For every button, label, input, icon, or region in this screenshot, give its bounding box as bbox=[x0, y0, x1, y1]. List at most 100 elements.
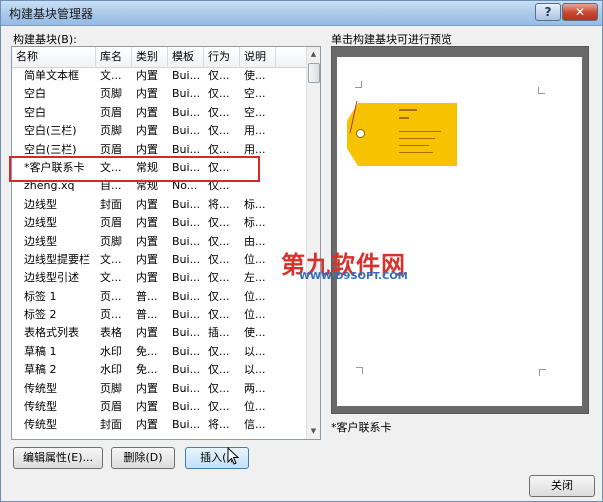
list-cell: 封面 bbox=[100, 197, 122, 211]
list-item[interactable]: 边线型引述 文... 内置 Bui... 仅... 左... bbox=[12, 269, 308, 287]
close-button[interactable]: 关闭 bbox=[529, 475, 595, 497]
list-item[interactable]: 草稿 1 水印 免... Bui... 仅... 以... bbox=[12, 343, 308, 361]
list-item[interactable]: 空白(三栏) 页眉 内置 Bui... 仅... 用... bbox=[12, 141, 308, 159]
list-item[interactable]: 边线型 封面 内置 Bui... 将... 标... bbox=[12, 196, 308, 214]
building-blocks-list[interactable]: 名称 库名 类别 模板 行为 说明 简单文本框 文... 内置 Bui... 仅... 使… bbox=[11, 46, 321, 440]
list-cell: 表格 bbox=[100, 326, 122, 340]
list-cell: 页脚 bbox=[100, 381, 122, 395]
page-corner-mark bbox=[538, 87, 545, 94]
list-cell: 传统型 bbox=[24, 418, 57, 432]
list-cell: 位... bbox=[244, 400, 266, 414]
list-cell: zheng.xq bbox=[24, 179, 75, 193]
list-cell: 空... bbox=[244, 105, 266, 119]
list-item[interactable]: 传统型 页脚 内置 Bui... 仅... 两... bbox=[12, 380, 308, 398]
list-cell: Bui... bbox=[172, 381, 201, 395]
list-cell: Bui... bbox=[172, 160, 201, 174]
list-cell: 仅... bbox=[208, 179, 230, 193]
scroll-thumb[interactable] bbox=[308, 63, 320, 83]
card-text-line bbox=[399, 131, 441, 132]
list-cell: 传统型 bbox=[24, 400, 57, 414]
column-header-category[interactable]: 类别 bbox=[132, 47, 168, 67]
card-text-line bbox=[399, 138, 435, 139]
list-cell: 空... bbox=[244, 87, 266, 101]
delete-button[interactable]: 删除(D) bbox=[111, 447, 175, 469]
list-cell: 内置 bbox=[136, 381, 158, 395]
window-title: 构建基块管理器 bbox=[9, 7, 94, 21]
list-cell: 水印 bbox=[100, 363, 122, 377]
column-header-name[interactable]: 名称 bbox=[12, 47, 96, 67]
list-cell: Bui... bbox=[172, 69, 201, 82]
list-cell: 仅... bbox=[208, 87, 230, 101]
list-cell: 边线型引述 bbox=[24, 271, 79, 285]
list-cell: 传统型 bbox=[24, 381, 57, 395]
list-cell: 水印 bbox=[100, 344, 122, 358]
column-header-template[interactable]: 模板 bbox=[168, 47, 204, 67]
list-cell: 内置 bbox=[136, 124, 158, 138]
card-text-line bbox=[399, 117, 409, 119]
list-item[interactable]: 传统型 页眉 内置 Bui... 仅... 位... bbox=[12, 398, 308, 416]
list-cell: 信... bbox=[244, 418, 266, 432]
list-cell: 文... bbox=[100, 271, 122, 285]
list-cell: 位... bbox=[244, 289, 266, 303]
list-cell: 仅... bbox=[208, 160, 230, 174]
list-cell: 仅... bbox=[208, 381, 230, 395]
list-cell: 以... bbox=[244, 363, 266, 377]
list-cell: 边线型 bbox=[24, 234, 57, 248]
list-cell: 页脚 bbox=[100, 234, 122, 248]
list-item[interactable]: 标签 2 页... 普... Bui... 仅... 位... bbox=[12, 306, 308, 324]
list-cell: 由... bbox=[244, 234, 266, 248]
list-cell: 仅... bbox=[208, 124, 230, 138]
help-button[interactable]: ? bbox=[535, 3, 561, 21]
list-item[interactable]: 空白(三栏) 页脚 内置 Bui... 仅... 用... bbox=[12, 122, 308, 140]
list-item[interactable]: 边线型提要栏 文... 内置 Bui... 仅... 位... bbox=[12, 251, 308, 269]
list-item[interactable]: 传统型 封面 内置 Bui... 将... 信... bbox=[12, 416, 308, 434]
list-item[interactable]: zheng.xq 自... 常规 No... 仅... bbox=[12, 177, 308, 195]
list-cell: 页... bbox=[100, 289, 122, 303]
list-cell: 内置 bbox=[136, 87, 158, 101]
edit-properties-button[interactable]: 编辑属性(E)... bbox=[13, 447, 103, 469]
list-cell: 仅... bbox=[208, 142, 230, 156]
list-cell: 以... bbox=[244, 344, 266, 358]
list-cell: 标签 2 bbox=[24, 308, 57, 322]
list-cell: Bui... bbox=[172, 400, 201, 414]
list-cell: 页眉 bbox=[100, 105, 122, 119]
list-cell: 标... bbox=[244, 216, 266, 230]
list-cell: 免... bbox=[136, 344, 158, 358]
page-corner-mark bbox=[539, 369, 546, 376]
list-cell: 仅... bbox=[208, 400, 230, 414]
list-cell: Bui... bbox=[172, 234, 201, 248]
card-hole bbox=[356, 129, 365, 138]
list-item[interactable]: 空白 页眉 内置 Bui... 仅... 空... bbox=[12, 104, 308, 122]
title-bar: 构建基块管理器 ? ✕ bbox=[1, 1, 602, 26]
list-cell: 内置 bbox=[136, 418, 158, 432]
list-item[interactable]: 边线型 页脚 内置 Bui... 仅... 由... bbox=[12, 233, 308, 251]
list-cell: 仅... bbox=[208, 271, 230, 285]
list-item[interactable]: 边线型 页眉 内置 Bui... 仅... 标... bbox=[12, 214, 308, 232]
list-item[interactable]: 空白 页脚 内置 Bui... 仅... 空... bbox=[12, 85, 308, 103]
list-cell: 内置 bbox=[136, 252, 158, 266]
scroll-down-icon[interactable]: ▼ bbox=[308, 425, 319, 438]
list-cell: 简单文本框 bbox=[24, 69, 79, 82]
column-header-description[interactable]: 说明 bbox=[240, 47, 276, 67]
list-item[interactable]: 简单文本框 文... 内置 Bui... 仅... 使... bbox=[12, 67, 308, 85]
list-cell: Bui... bbox=[172, 216, 201, 230]
column-header-behavior[interactable]: 行为 bbox=[204, 47, 240, 67]
list-cell: 将... bbox=[208, 418, 230, 432]
column-header-gallery[interactable]: 库名 bbox=[96, 47, 132, 67]
list-scrollbar[interactable]: ▲ ▼ bbox=[306, 47, 320, 439]
list-cell: Bui... bbox=[172, 418, 201, 432]
list-cell: 普... bbox=[136, 308, 158, 322]
card-text-line bbox=[399, 145, 429, 146]
list-cell: 空白(三栏) bbox=[24, 124, 77, 138]
window-close-button[interactable]: ✕ bbox=[562, 3, 598, 21]
scroll-up-icon[interactable]: ▲ bbox=[308, 48, 319, 61]
list-item[interactable]: 草稿 2 水印 免... Bui... 仅... 以... bbox=[12, 361, 308, 379]
list-cell: 仅... bbox=[208, 308, 230, 322]
list-cell: 页脚 bbox=[100, 87, 122, 101]
list-item[interactable]: 标签 1 页... 普... Bui... 仅... 位... bbox=[12, 288, 308, 306]
list-item[interactable]: *客户联系卡 文... 常规 Bui... 仅... bbox=[12, 159, 308, 177]
list-item[interactable]: 表格式列表 表格 内置 Bui... 插... 使... bbox=[12, 324, 308, 342]
list-cell: 仅... bbox=[208, 363, 230, 377]
list-cell: Bui... bbox=[172, 344, 201, 358]
list-cell: Bui... bbox=[172, 363, 201, 377]
